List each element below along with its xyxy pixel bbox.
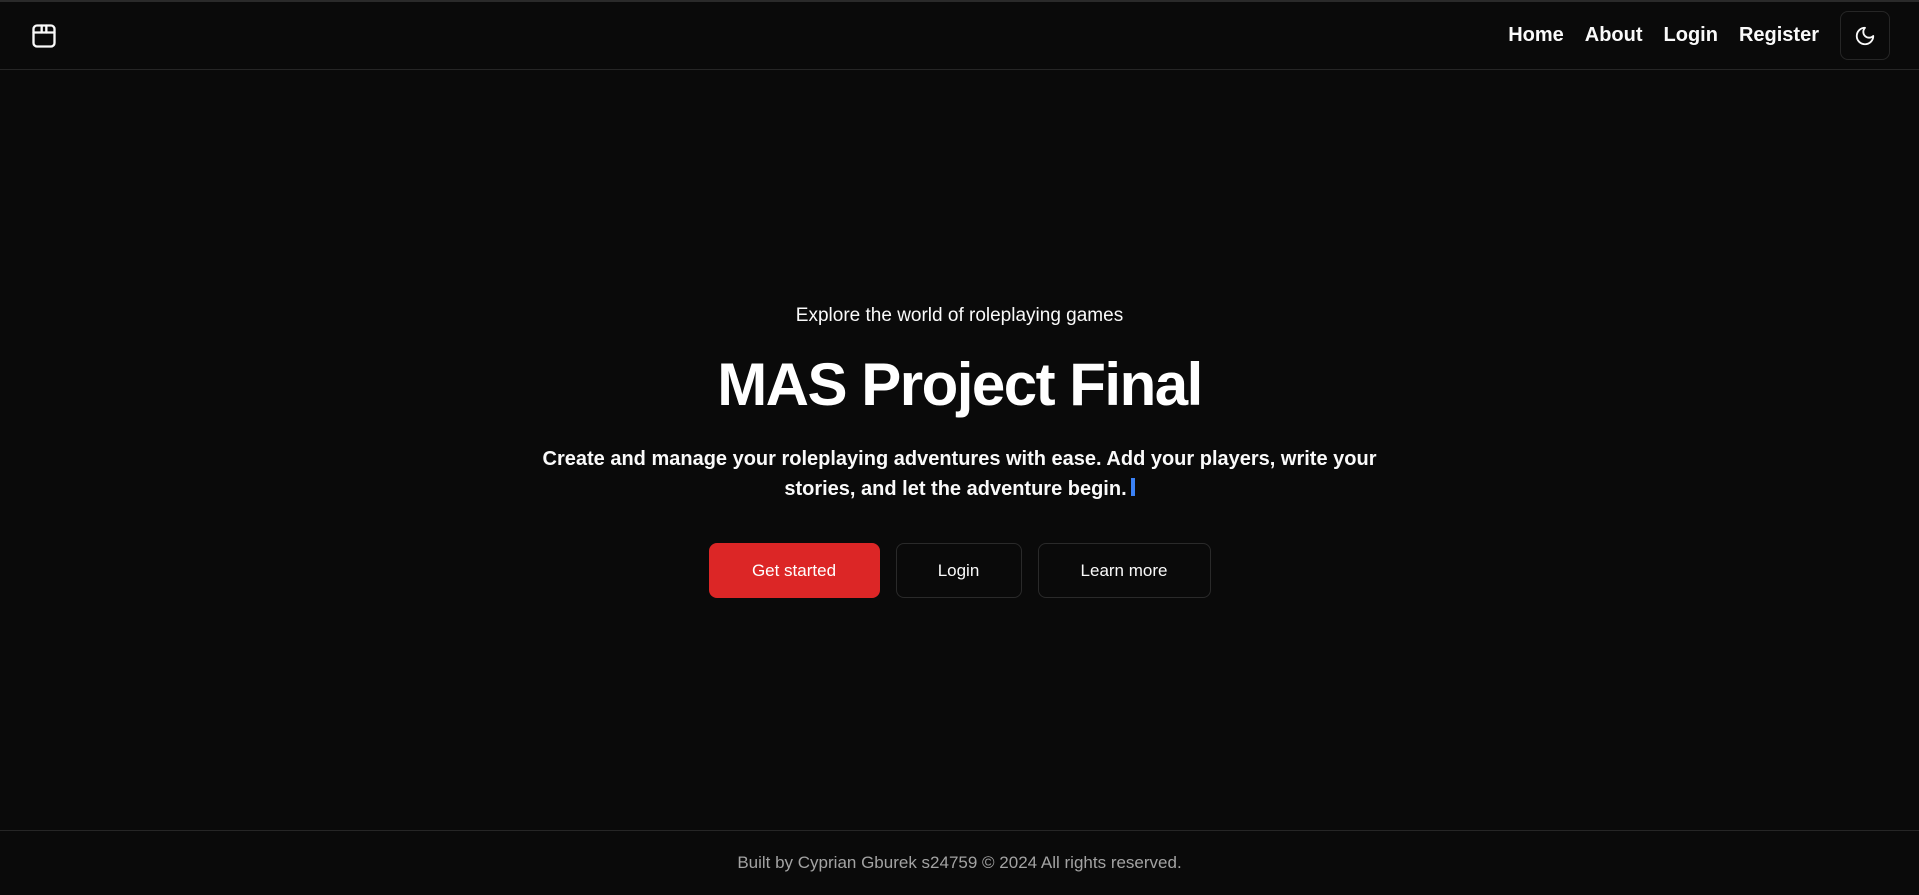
site-footer: Built by Cyprian Gburek s24759 © 2024 Al… xyxy=(0,830,1919,895)
site-header: Home About Login Register xyxy=(0,0,1919,70)
hero-description-text: Create and manage your roleplaying adven… xyxy=(542,448,1377,500)
learn-more-button[interactable]: Learn more xyxy=(1037,543,1211,598)
hero-eyebrow: Explore the world of roleplaying games xyxy=(795,305,1124,326)
nav-register-link[interactable]: Register xyxy=(1739,24,1819,47)
page-title: MAS Project Final xyxy=(717,351,1203,418)
text-caret xyxy=(1130,478,1135,496)
hero-description: Create and manage your roleplaying adven… xyxy=(540,444,1379,504)
login-button[interactable]: Login xyxy=(895,543,1022,598)
nav-login-link[interactable]: Login xyxy=(1664,24,1718,47)
hero-actions: Get started Login Learn more xyxy=(0,543,1919,598)
moon-icon xyxy=(1855,26,1875,45)
home-logo-link[interactable] xyxy=(30,22,58,50)
nav-home-link[interactable]: Home xyxy=(1508,24,1564,47)
nav-about-link[interactable]: About xyxy=(1585,24,1643,47)
main-nav: Home About Login Register xyxy=(1508,0,1819,70)
footer-text: Built by Cyprian Gburek s24759 © 2024 Al… xyxy=(737,853,1182,872)
theme-toggle-button[interactable] xyxy=(1840,11,1890,60)
get-started-button[interactable]: Get started xyxy=(708,543,880,598)
package-icon xyxy=(32,24,56,48)
